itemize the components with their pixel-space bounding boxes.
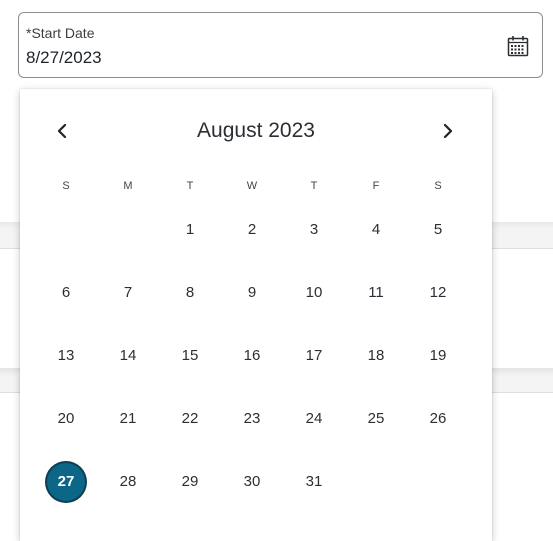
weekday-monday: M	[123, 180, 133, 192]
calendar-day[interactable]: 23	[221, 387, 283, 450]
calendar-day[interactable]: 9	[221, 261, 283, 324]
calendar-day[interactable]: 8	[159, 261, 221, 324]
chevron-right-icon[interactable]	[431, 115, 463, 147]
start-date-label: *Start Date	[26, 25, 95, 41]
calendar-day[interactable]: 5	[407, 198, 469, 261]
calendar-day[interactable]: 1	[159, 198, 221, 261]
calendar-day[interactable]: 25	[345, 387, 407, 450]
calendar-day-selected[interactable]: 27	[35, 450, 97, 513]
calendar-day[interactable]: 30	[221, 450, 283, 513]
month-title: August 2023	[197, 119, 315, 142]
calendar-day-number: 27	[47, 462, 85, 501]
calendar-day[interactable]: 16	[221, 324, 283, 387]
calendar-week-row: 13 14 15 16 17 18 19	[35, 324, 469, 387]
calendar-day-number: 9	[247, 284, 257, 301]
calendar-day-number: 22	[181, 410, 199, 427]
weekday-sunday: S	[62, 180, 70, 192]
calendar-day-number: 5	[433, 221, 443, 238]
calendar-empty-cell	[345, 450, 407, 513]
calendar-day-number: 3	[309, 221, 319, 238]
calendar-day-number: 21	[119, 410, 137, 427]
calendar-day[interactable]: 6	[35, 261, 97, 324]
calendar-week-row: 6 7 8 9 10 11 12	[35, 261, 469, 324]
weekday-thursday: T	[310, 180, 318, 192]
calendar-day-number: 7	[123, 284, 133, 301]
calendar-grid: S M T W T F S 1 2 3 4 5 6 7 8 9 10 11 12 13 14 15 16 17 1…	[35, 174, 469, 513]
calendar-empty-cell	[407, 450, 469, 513]
calendar-day-number: 19	[429, 347, 447, 364]
calendar-day[interactable]: 24	[283, 387, 345, 450]
calendar-day-number: 26	[429, 410, 447, 427]
calendar-day[interactable]: 12	[407, 261, 469, 324]
date-picker-popup: August 2023 S M T W T F S 1 2 3 4 5 6 7 …	[20, 89, 492, 541]
calendar-day[interactable]: 26	[407, 387, 469, 450]
calendar-day[interactable]: 7	[97, 261, 159, 324]
weekday-friday: F	[372, 180, 380, 192]
calendar-day-number: 8	[185, 284, 195, 301]
weekday-tuesday: T	[186, 180, 194, 192]
calendar-icon[interactable]	[504, 32, 532, 60]
calendar-week-row: 20 21 22 23 24 25 26	[35, 387, 469, 450]
calendar-empty-cell	[97, 198, 159, 261]
calendar-day-number: 6	[61, 284, 71, 301]
calendar-day-number: 2	[247, 221, 257, 238]
calendar-week-row: 1 2 3 4 5	[35, 198, 469, 261]
calendar-empty-cell	[35, 198, 97, 261]
calendar-day-number: 4	[371, 221, 381, 238]
calendar-day-number: 10	[305, 284, 323, 301]
weekday-wednesday: W	[246, 180, 258, 192]
calendar-day-number: 18	[367, 347, 385, 364]
calendar-day[interactable]: 18	[345, 324, 407, 387]
page: *Start Date 8/27/2023 August 2023 S M T …	[0, 0, 553, 541]
calendar-day-number: 13	[57, 347, 75, 364]
calendar-week-row: 27 28 29 30 31	[35, 450, 469, 513]
calendar-day[interactable]: 19	[407, 324, 469, 387]
calendar-day[interactable]: 22	[159, 387, 221, 450]
calendar-day-number: 30	[243, 473, 261, 490]
calendar-day-number: 16	[243, 347, 261, 364]
calendar-day-number: 15	[181, 347, 199, 364]
calendar-day-number: 17	[305, 347, 323, 364]
calendar-day[interactable]: 13	[35, 324, 97, 387]
calendar-day[interactable]: 3	[283, 198, 345, 261]
weekday-saturday: S	[434, 180, 442, 192]
calendar-day[interactable]: 15	[159, 324, 221, 387]
calendar-day[interactable]: 2	[221, 198, 283, 261]
chevron-right-graphic	[443, 123, 453, 139]
calendar-day[interactable]: 20	[35, 387, 97, 450]
calendar-day[interactable]: 28	[97, 450, 159, 513]
calendar-day-number: 24	[305, 410, 323, 427]
calendar-day[interactable]: 14	[97, 324, 159, 387]
calendar-day-number: 11	[368, 284, 384, 301]
calendar-day-number: 31	[305, 473, 323, 490]
calendar-weeks: 1 2 3 4 5 6 7 8 9 10 11 12 13 14 15 16 17 18 19 20 21 22 23 24 2…	[35, 198, 469, 513]
calendar-day-number: 12	[429, 284, 447, 301]
chevron-left-icon[interactable]	[47, 115, 79, 147]
calendar-header: August 2023	[20, 111, 492, 151]
calendar-day-number: 28	[119, 473, 137, 490]
calendar-day-number: 29	[181, 473, 199, 490]
calendar-day[interactable]: 10	[283, 261, 345, 324]
start-date-value[interactable]: 8/27/2023	[26, 48, 102, 68]
calendar-day-number: 20	[57, 410, 75, 427]
calendar-day-number: 1	[185, 221, 195, 238]
calendar-day[interactable]: 29	[159, 450, 221, 513]
chevron-left-graphic	[57, 123, 67, 139]
start-date-field[interactable]: *Start Date 8/27/2023	[18, 12, 543, 78]
calendar-day[interactable]: 11	[345, 261, 407, 324]
weekday-header-row: S M T W T F S	[35, 174, 469, 198]
calendar-day[interactable]: 4	[345, 198, 407, 261]
calendar-day-number: 14	[119, 347, 137, 364]
calendar-day-number: 25	[367, 410, 385, 427]
calendar-day[interactable]: 17	[283, 324, 345, 387]
calendar-day-number: 23	[243, 410, 261, 427]
calendar-day[interactable]: 31	[283, 450, 345, 513]
calendar-icon-graphic	[507, 36, 529, 57]
calendar-day[interactable]: 21	[97, 387, 159, 450]
